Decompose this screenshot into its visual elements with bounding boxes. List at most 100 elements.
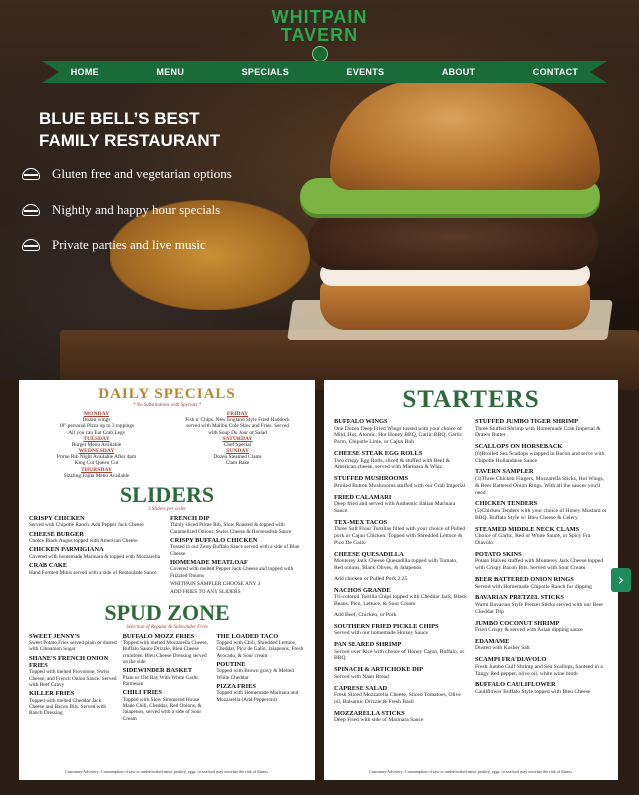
menu-item-description: Served over Rice with choice of Honey Ca… — [334, 648, 465, 662]
nav-home[interactable]: HOME — [71, 67, 99, 77]
thursday-line: Sizzling Fajita Menu Available — [63, 472, 130, 479]
menu-item: BUFFALO CAULIFLOWER Cauliflower Buffalo S… — [475, 681, 608, 695]
nav-events[interactable]: EVENTS — [347, 67, 385, 77]
menu-item-name: STEAMED MIDDLE NECK CLAMS — [475, 525, 580, 533]
menu-item-description: Two crispy Egg Rolls, sliced & stuffed w… — [334, 457, 451, 471]
menu-item: CRISPY BUFFALO CHICKEN Tossed in our Zest… — [170, 537, 305, 557]
menu-item: Add chicken or Pulled Pork 2.25 — [334, 576, 467, 583]
menu-item: PAN SEARED SHRIMP Served over Rice with c… — [334, 641, 467, 662]
menu-item-name: STUFFED MUSHROOMS — [334, 475, 409, 483]
menu-item: FRIED CALAMARI Deep fried and served with… — [334, 494, 467, 515]
menu-item-description: Tossed in our Zesty Buffalo Sauce served… — [170, 544, 300, 557]
menu-item: SPINACH & ARTICHOKE DIP Served with Naan … — [334, 666, 467, 680]
feature-item: Gluten free and vegetarian options — [22, 166, 232, 182]
menu-item-description: (6)Broiled Sea Scallops wrapped in Bacon… — [475, 450, 605, 464]
menu-item-name: CHILI FRIES — [122, 689, 162, 697]
site-logo[interactable]: WHITPAIN TAVERN — [0, 8, 639, 69]
menu-item-name: CRAB CAKE — [29, 562, 68, 570]
menu-item: CHEESE QUESADILLA Monterey Jack Cheese Qu… — [334, 551, 467, 572]
menu-item-name: BAVARIAN PRETZEL STICKS — [475, 594, 564, 602]
chevron-right-icon: › — [617, 570, 625, 589]
next-page-button[interactable]: › — [611, 568, 631, 592]
menu-item: CHICKEN PARMIGIANA Covered with homemade … — [29, 546, 164, 560]
main-nav: HOME MENU SPECIALS EVENTS ABOUT CONTACT — [42, 61, 607, 83]
nav-specials[interactable]: SPECIALS — [242, 67, 289, 77]
feature-label: Nightly and happy hour specials — [52, 202, 221, 217]
menu-item-name: CHEESE BURGER — [29, 530, 84, 538]
menu-item-name: CHICKEN PARMIGIANA — [29, 546, 104, 554]
page-footer-strip — [0, 780, 639, 795]
menu-item-description: Served with our homemade Horsey Sauce — [334, 630, 428, 637]
menu-item-description: Add Beef, Chicken, or Pork — [334, 611, 397, 618]
menu-item-description: Three Soft Flour Tortillas filled with y… — [334, 526, 466, 546]
menu-item-description: (3)Three Chicken Fingers, Mozzarella Sti… — [475, 475, 605, 496]
menu-item-name: CHEESE STEAK EGG ROLLS — [334, 449, 423, 457]
menu-item-description: Covered with homemade Marinara & topped … — [29, 553, 161, 560]
menu-item-name: BUFFALO CAULIFLOWER — [475, 681, 556, 689]
menu-item-description: Topped with melted Provolone, Swiss Chee… — [29, 669, 117, 689]
menu-item-description: Hand Formed Minis served with a side of … — [29, 569, 157, 576]
menu-item-name: TAVERN SAMPLER — [475, 468, 534, 476]
menu-item: STUFFED JUMBO TIGER SHRIMP Three Stuffed … — [475, 418, 608, 439]
menu-item: CHILI FRIES Topped with Slow Simmered Hou… — [123, 689, 212, 722]
daily-specials-note: * No Substitutions with Specials * — [132, 403, 202, 408]
menu-item: POTATO SKINS Potato Halves stuffed with M… — [475, 551, 608, 572]
menu-item-name: KILLER FRIES — [29, 690, 75, 698]
menu-item-description: Served with Naan Bread — [334, 673, 389, 680]
menu-item-description: Monterey Jack Cheese Quesadilla topped w… — [334, 558, 458, 572]
menu-page-starters[interactable]: STARTERS BUFFALO WINGS One Dozen Deep Fri… — [324, 380, 618, 780]
menu-item-name: SCALLOPS ON HORSEBACK — [475, 443, 563, 451]
menu-item-description: Cauliflower Buffalo Style topped with Bl… — [475, 689, 591, 696]
menu-item-description: Potato Halves stuffed with Monterey Jack… — [475, 558, 604, 572]
menu-item: CRAB CAKE Hand Formed Minis served with a… — [29, 562, 164, 576]
menu-item: NACHOS GRANDE Tri-colored Tortilla Chips … — [334, 587, 467, 608]
menu-item: THE LOADED TACO Topped with Chili, Shredd… — [216, 633, 305, 659]
menu-item-description: Fried Crispy & served with Asian dipping… — [475, 627, 583, 634]
menu-item: BAVARIAN PRETZEL STICKS Warm Bavarian Sty… — [475, 594, 608, 615]
menu-item-name: BEER BATTERED ONION RINGS — [475, 575, 574, 583]
menu-item: FRENCH DIP Thinly sliced Prime Rib, Slow … — [170, 515, 305, 535]
menu-page-specials[interactable]: DAILY SPECIALS * No Substitutions with S… — [19, 380, 315, 780]
menu-item-description: Served with Chipotle Ranch. Add Pepper J… — [29, 522, 144, 529]
menu-item: HOMEMADE MEATLOAF Covered with melted Pep… — [170, 559, 305, 579]
menu-item-description: Topped with Chili, Shredded Lettuce, Che… — [216, 640, 304, 659]
menu-item-name: CAPRESE SALAD — [334, 684, 388, 692]
daily-specials-title: DAILY SPECIALS — [98, 386, 236, 402]
menu-item: SHANE'S FRENCH ONION FRIES Topped with me… — [29, 655, 118, 689]
starters-title: STARTERS — [402, 386, 540, 413]
menu-item-description: WHITPAIN SAMPLER CHOOSE ANY 3 — [170, 581, 261, 588]
menu-item: CRISPY CHICKEN Served with Chipotle Ranch… — [29, 515, 164, 529]
menu-item-description: Deep fried and served with Authentic Ita… — [334, 501, 456, 514]
menu-item-description: Fresh Jumbo Gulf Shrimp and Sea Scallops… — [475, 663, 603, 677]
menu-item-description: (5)Chicken Tenders with your choice of H… — [475, 507, 607, 521]
feature-label: Gluten free and vegetarian options — [52, 166, 232, 181]
menu-item: SWEET JENNY'S Sweet Potato Fries served p… — [29, 633, 118, 653]
spud-zone-title: SPUD ZONE — [104, 599, 230, 625]
nav-about[interactable]: ABOUT — [442, 67, 476, 77]
menu-item: Add Beef, Chicken, or Pork — [334, 612, 467, 619]
nav-contact[interactable]: CONTACT — [533, 67, 578, 77]
burger-patty — [308, 215, 598, 270]
menu-item-name: SOUTHERN FRIED PICKLE CHIPS — [334, 622, 439, 630]
menu-item: EDAMAME Dusted with Kosher Salt — [475, 638, 608, 652]
menu-item: CHEESE STEAK EGG ROLLS Two crispy Egg Rol… — [334, 450, 467, 471]
menu-item: POUTINE Topped with Brown gravy & Melted … — [216, 661, 305, 681]
menu-item: PIZZA FRIES Topped with Homemade Marinara… — [216, 683, 305, 703]
menu-item: CHEESE BURGER Choice Black Angus topped w… — [29, 531, 164, 545]
feature-item: Nightly and happy hour specials — [22, 202, 220, 218]
headline-line1: BLUE BELL’S BEST — [39, 109, 200, 128]
menu-item-description: Tri-colored Tortilla Chips topped with C… — [334, 594, 467, 608]
menu-item-description: Plain or Old Bay With White Garlic Parme… — [122, 674, 199, 687]
hero-headline: BLUE BELL’S BEST FAMILY RESTAURANT — [39, 108, 279, 152]
menu-item: ADD FRIES TO ANY SLIDERS — [170, 589, 305, 595]
friday-line: served with Malibu Cole Slaw and Fries. … — [186, 423, 289, 430]
menu-item-name: THE LOADED TACO — [216, 632, 279, 640]
nav-menu[interactable]: MENU — [156, 67, 184, 77]
menu-item-description: Broiled Button Mushrooms stuffed with ou… — [334, 482, 466, 489]
menu-item-name: PIZZA FRIES — [216, 682, 256, 690]
menu-item-description: Dusted with Kosher Salt — [475, 645, 530, 652]
menu-item: SCAMPI FRA'DIAVOLO Fresh Jumbo Gulf Shrim… — [475, 656, 608, 677]
menu-item-description: Add chicken or Pulled Pork 2.25 — [334, 575, 408, 582]
menu-item: BUFFALO MOZZ FRIES Topped with melted Moz… — [123, 633, 212, 666]
menu-item: TAVERN SAMPLER (3)Three Chicken Fingers, … — [475, 468, 608, 496]
